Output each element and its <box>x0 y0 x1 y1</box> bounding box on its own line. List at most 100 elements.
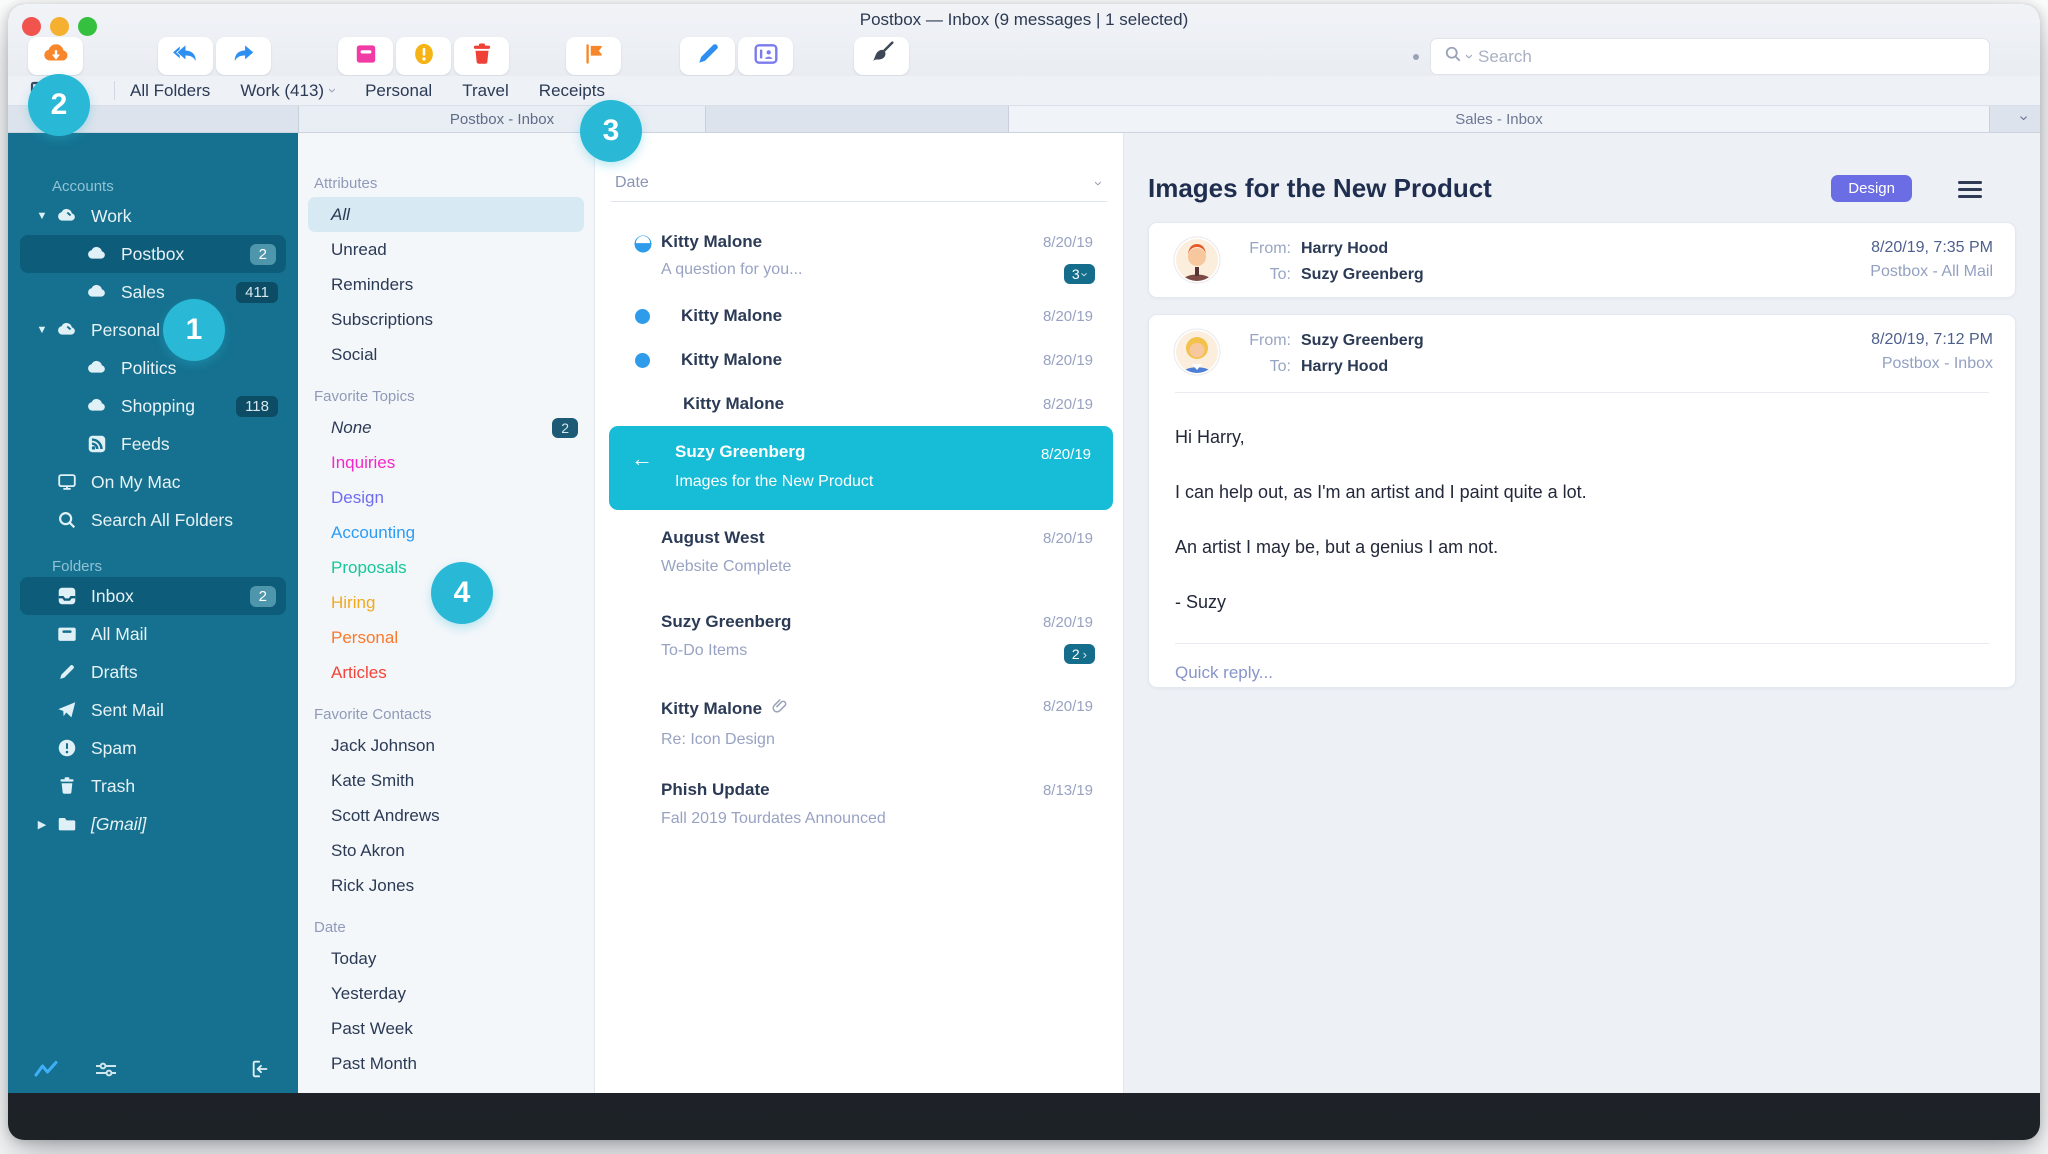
sidebar-item-sales[interactable]: Sales 411 <box>8 273 298 311</box>
search-scope-chevron-icon[interactable]: › <box>1461 54 1478 59</box>
topic-inquiries[interactable]: Inquiries <box>298 445 594 480</box>
cloud-icon <box>84 281 110 303</box>
message-row[interactable]: Kitty Malone 8/20/19 <box>595 294 1123 338</box>
date-past-week[interactable]: Past Week <box>298 1011 594 1046</box>
topic-none[interactable]: None 2 <box>298 410 594 445</box>
sidebar-item-feeds[interactable]: Feeds <box>8 425 298 463</box>
sidebar-item-sent-mail[interactable]: Sent Mail <box>8 691 298 729</box>
message-row-selected[interactable]: ← Suzy Greenberg Images for the New Prod… <box>609 426 1113 510</box>
filter-all[interactable]: All <box>308 197 584 232</box>
contact-rick-jones[interactable]: Rick Jones <box>298 868 594 903</box>
window-title: Postbox — Inbox (9 messages | 1 selected… <box>859 10 1189 29</box>
sidebar-item-trash[interactable]: Trash <box>8 767 298 805</box>
contact-kate-smith[interactable]: Kate Smith <box>298 763 594 798</box>
unread-dot-icon <box>635 308 650 324</box>
delete-button[interactable] <box>454 37 509 75</box>
hamburger-menu-icon[interactable] <box>1958 181 1982 198</box>
tab-sales-inbox[interactable]: Sales - Inbox <box>1008 106 1990 132</box>
search-input[interactable] <box>1476 45 1977 68</box>
sidebar-item-drafts[interactable]: Drafts <box>8 653 298 691</box>
recipient-name[interactable]: Suzy Greenberg <box>1301 265 1424 285</box>
date-header: Date <box>314 918 346 936</box>
search-icon <box>1443 44 1463 69</box>
cleanup-button[interactable] <box>854 37 909 75</box>
message-card-expanded: From: Suzy Greenberg To: Harry Hood 8/20/1… <box>1148 314 2016 688</box>
collapse-sidebar-icon[interactable] <box>250 1058 272 1085</box>
compose-button[interactable] <box>680 37 735 75</box>
sidebar-item-all-mail[interactable]: All Mail <box>8 615 298 653</box>
sidebar-item-inbox[interactable]: Inbox 2 <box>20 577 286 615</box>
contact-sto-akron[interactable]: Sto Akron <box>298 833 594 868</box>
sidebar-item-work[interactable]: ▼ Work <box>8 197 298 235</box>
tab-postbox-inbox[interactable]: Postbox - Inbox <box>298 106 706 132</box>
message-row[interactable]: Kitty Malone A question for you... 8/20/… <box>595 222 1123 294</box>
sidebar-item-search-all-folders[interactable]: Search All Folders <box>8 501 298 539</box>
filter-unread[interactable]: Unread <box>298 232 594 267</box>
message-card-collapsed[interactable]: From: Harry Hood To: Suzy Greenberg 8/20/1… <box>1148 222 2016 298</box>
design-tag-badge[interactable]: Design <box>1831 175 1912 202</box>
sidebar-item-gmail[interactable]: ▶ [Gmail] <box>8 805 298 843</box>
topic-articles[interactable]: Articles <box>298 655 594 690</box>
message-row[interactable]: Suzy Greenberg To-Do Items 8/20/19 2 › <box>595 594 1123 678</box>
topic-accounting[interactable]: Accounting <box>298 515 594 550</box>
activity-icon[interactable] <box>34 1059 58 1084</box>
tab-overflow-chevron-icon[interactable]: › <box>2015 115 2032 120</box>
cloud-icon <box>84 357 110 379</box>
reply-all-button[interactable] <box>158 37 213 75</box>
message-row[interactable]: Kitty Malone 8/20/19 <box>595 338 1123 382</box>
filter-subscriptions[interactable]: Subscriptions <box>298 302 594 337</box>
topic-design[interactable]: Design <box>298 480 594 515</box>
sender-name[interactable]: Harry Hood <box>1301 239 1388 259</box>
forward-button[interactable] <box>216 37 271 75</box>
sender-name[interactable]: Suzy Greenberg <box>1301 331 1424 351</box>
cloud-icon <box>84 395 110 417</box>
message-date: 8/13/19 <box>1042 782 1093 799</box>
search-field[interactable]: › <box>1430 38 1990 75</box>
topic-personal[interactable]: Personal <box>298 620 594 655</box>
date-today[interactable]: Today <box>298 941 594 976</box>
filter-sliders-icon[interactable] <box>94 1059 118 1084</box>
message-row[interactable]: August West Website Complete 8/20/19 <box>595 510 1123 594</box>
message-date: 8/20/19 <box>1042 530 1093 547</box>
chevron-right-icon: › <box>1082 646 1087 662</box>
window-header: Postbox — Inbox (9 messages | 1 selected… <box>8 4 2040 76</box>
contacts-button[interactable] <box>738 37 793 75</box>
disclosure-triangle-icon[interactable]: ▼ <box>30 324 54 336</box>
thread-count-badge[interactable]: 3 › <box>1063 264 1095 284</box>
folder-tab-all-folders[interactable]: All Folders <box>130 81 210 101</box>
sidebar-item-on-my-mac[interactable]: On My Mac <box>8 463 298 501</box>
spam-button[interactable] <box>396 37 451 75</box>
message-row[interactable]: Kitty Malone Re: Icon Design 8/20/19 <box>595 678 1123 762</box>
sidebar-item-politics[interactable]: Politics <box>8 349 298 387</box>
message-date: 8/20/19 <box>1042 614 1093 631</box>
sidebar-item-personal[interactable]: ▼ Personal <box>8 311 298 349</box>
disclosure-triangle-icon[interactable]: ▶ <box>30 818 54 831</box>
thread-count-badge[interactable]: 2 › <box>1063 644 1095 664</box>
unread-badge: 411 <box>236 281 278 303</box>
sort-header[interactable]: Date › <box>595 169 1123 197</box>
sidebar-item-spam[interactable]: Spam <box>8 729 298 767</box>
message-datetime: 8/20/19, 7:12 PM <box>1871 331 1993 348</box>
folder-tab-work[interactable]: Work (413) › <box>240 81 341 101</box>
date-yesterday[interactable]: Yesterday <box>298 976 594 1011</box>
archive-button[interactable] <box>338 37 393 75</box>
folder-tab-receipts[interactable]: Receipts <box>539 81 605 101</box>
recipient-name[interactable]: Harry Hood <box>1301 357 1388 377</box>
sidebar-item-postbox[interactable]: Postbox 2 <box>20 235 286 273</box>
message-row[interactable]: Phish Update Fall 2019 Tourdates Announc… <box>595 762 1123 846</box>
get-mail-button[interactable] <box>28 37 83 75</box>
annotation-1: 1 <box>163 299 225 361</box>
quick-reply-field[interactable]: Quick reply... <box>1149 644 2015 683</box>
filter-social[interactable]: Social <box>298 337 594 372</box>
date-past-month[interactable]: Past Month <box>298 1046 594 1081</box>
contact-jack-johnson[interactable]: Jack Johnson <box>298 728 594 763</box>
message-row[interactable]: Kitty Malone 8/20/19 <box>595 382 1123 426</box>
sidebar-item-shopping[interactable]: Shopping 118 <box>8 387 298 425</box>
folder-tab-personal[interactable]: Personal <box>365 81 432 101</box>
disclosure-triangle-icon[interactable]: ▼ <box>30 210 54 222</box>
folder-tab-travel[interactable]: Travel <box>462 81 509 101</box>
filter-reminders[interactable]: Reminders <box>298 267 594 302</box>
contact-scott-andrews[interactable]: Scott Andrews <box>298 798 594 833</box>
pencil-icon <box>54 661 80 683</box>
tag-button[interactable] <box>566 37 621 75</box>
